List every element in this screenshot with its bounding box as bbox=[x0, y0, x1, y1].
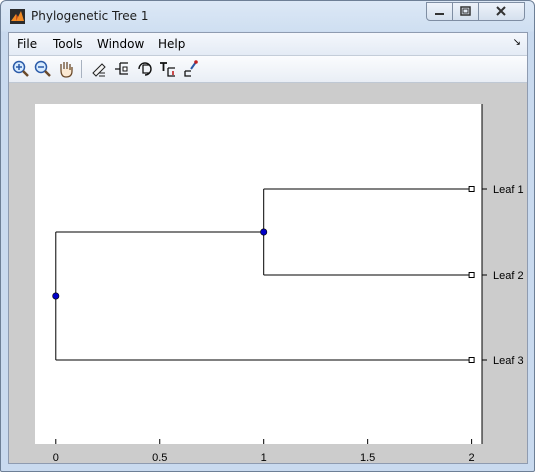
x-tick-label: 0.5 bbox=[152, 452, 167, 463]
toolbar-separator bbox=[81, 60, 82, 78]
matlab-icon bbox=[10, 9, 25, 24]
figure-client-area: File Tools Window Help ↘ Leaf 1 Leaf 2 L… bbox=[8, 32, 528, 464]
pan-hand-icon[interactable] bbox=[56, 59, 76, 79]
zoom-in-icon[interactable] bbox=[11, 59, 31, 79]
tool-bar bbox=[9, 56, 527, 83]
collapse-expand-icon[interactable] bbox=[112, 59, 132, 79]
figure-window: Phylogenetic Tree 1 File Tools Window He… bbox=[0, 0, 535, 472]
menu-file[interactable]: File bbox=[17, 37, 37, 51]
x-tick-label: 1.5 bbox=[360, 452, 375, 463]
minimize-icon bbox=[435, 13, 444, 15]
inspect-icon[interactable] bbox=[181, 59, 201, 79]
prune-icon[interactable] bbox=[89, 59, 109, 79]
leaf-node-marker[interactable] bbox=[468, 357, 475, 363]
leaf-label: Leaf 3 bbox=[493, 355, 524, 367]
restore-icon bbox=[460, 6, 471, 16]
menu-help[interactable]: Help bbox=[158, 37, 185, 51]
phylogenetic-tree-axes[interactable]: Leaf 1 Leaf 2 Leaf 3 0 0.5 1 1.5 2 bbox=[9, 83, 527, 464]
leaf-node-marker[interactable] bbox=[468, 272, 475, 278]
zoom-out-icon[interactable] bbox=[33, 59, 53, 79]
x-tick-label: 2 bbox=[469, 452, 475, 463]
root-node-marker[interactable] bbox=[52, 292, 60, 300]
rotate-branch-icon[interactable] bbox=[135, 59, 155, 79]
minimize-button[interactable] bbox=[426, 2, 453, 21]
window-title: Phylogenetic Tree 1 bbox=[31, 9, 149, 23]
plot-area: Leaf 1 Leaf 2 Leaf 3 0 0.5 1 1.5 2 bbox=[9, 83, 527, 464]
x-tick-label: 1 bbox=[261, 452, 267, 463]
close-icon bbox=[496, 6, 506, 16]
menu-bar: File Tools Window Help ↘ bbox=[9, 33, 527, 56]
leaf-node-marker[interactable] bbox=[468, 186, 475, 192]
x-tick-label: 0 bbox=[53, 452, 59, 463]
title-bar[interactable]: Phylogenetic Tree 1 bbox=[1, 1, 534, 32]
menu-tools[interactable]: Tools bbox=[53, 37, 83, 51]
menu-window[interactable]: Window bbox=[97, 37, 144, 51]
leaf-label: Leaf 2 bbox=[493, 270, 524, 282]
close-button[interactable] bbox=[478, 2, 525, 21]
maximize-button[interactable] bbox=[452, 2, 479, 21]
branch-node-marker[interactable] bbox=[260, 228, 268, 236]
dock-arrow-icon[interactable]: ↘ bbox=[513, 37, 521, 48]
leaf-label: Leaf 1 bbox=[493, 184, 524, 196]
axes-background bbox=[35, 104, 482, 444]
rename-icon[interactable] bbox=[158, 59, 178, 79]
